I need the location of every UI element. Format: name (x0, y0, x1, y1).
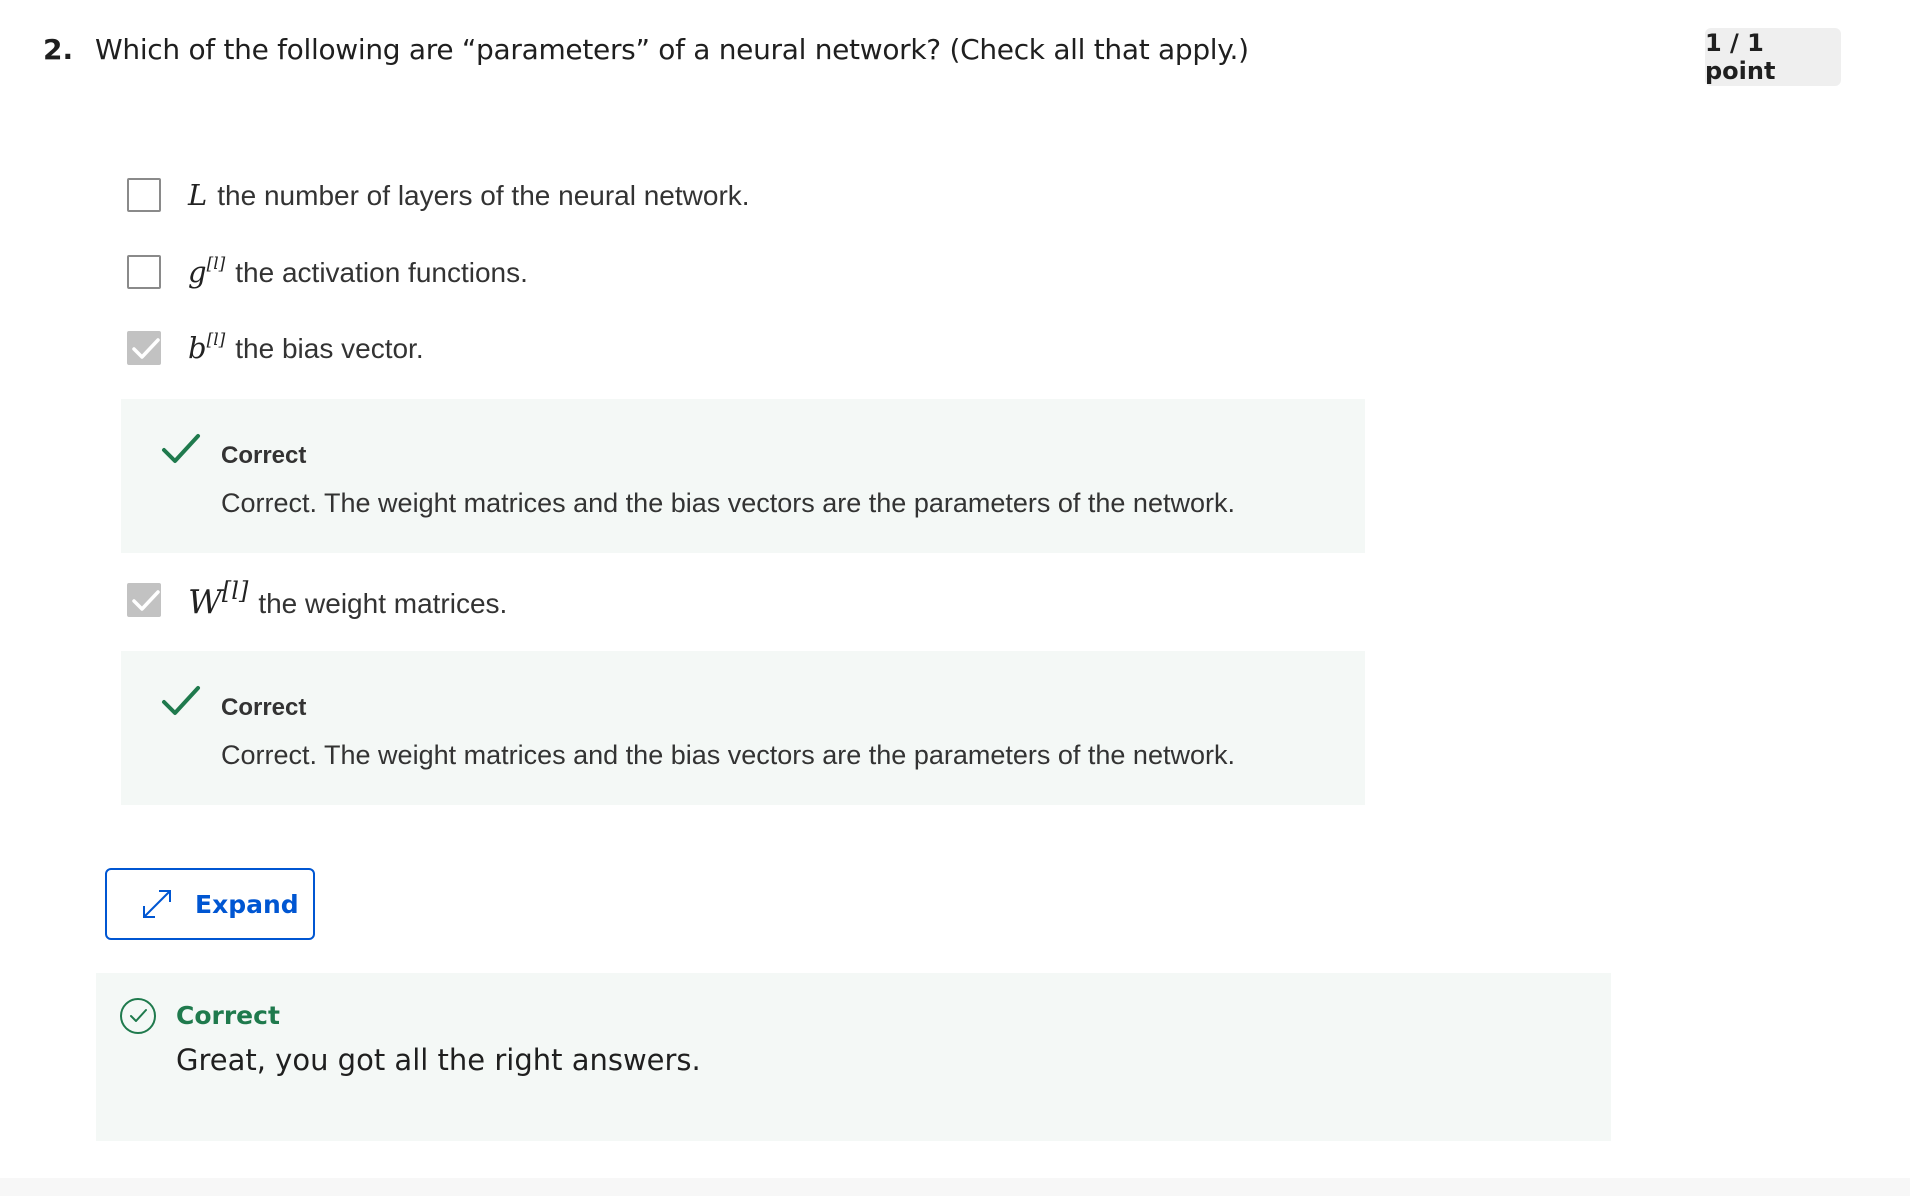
feedback-body: Correct. The weight matrices and the bia… (221, 488, 1235, 518)
math-symbol: L (188, 178, 208, 212)
option-checkbox-checked[interactable] (127, 583, 161, 617)
option-label: the number of layers of the neural netwo… (217, 180, 750, 211)
feedback-title: Correct (221, 694, 307, 721)
option-checkbox-checked[interactable] (127, 331, 161, 365)
page-bottom-divider (0, 1178, 1910, 1196)
feedback-panel: Correct Correct. The weight matrices and… (121, 399, 1365, 553)
expand-label: Expand (195, 889, 299, 919)
result-title: Correct (176, 1001, 280, 1030)
option-activation-functions[interactable]: g[l] the activation functions. (127, 252, 528, 292)
feedback-panel: Correct Correct. The weight matrices and… (121, 651, 1365, 805)
option-checkbox[interactable] (127, 255, 161, 289)
result-panel: Correct Great, you got all the right ans… (96, 973, 1611, 1141)
checkmark-icon (132, 338, 160, 359)
math-superscript: [l] (206, 330, 226, 351)
option-label: the weight matrices. (258, 588, 508, 619)
option-layers[interactable]: L the number of layers of the neural net… (127, 175, 750, 215)
math-superscript: [l] (221, 577, 249, 605)
points-badge: 1 / 1 point (1705, 28, 1841, 86)
expand-arrows-icon (143, 890, 171, 918)
question-number: 2. (43, 33, 74, 66)
option-label: the bias vector. (235, 333, 424, 364)
math-symbol: g (188, 255, 207, 289)
option-label: the activation functions. (235, 257, 528, 288)
expand-button[interactable]: Expand (105, 868, 315, 940)
feedback-body: Correct. The weight matrices and the bia… (221, 740, 1235, 770)
check-circle-icon (120, 998, 156, 1034)
option-weight-matrices[interactable]: W[l] the weight matrices. (127, 577, 508, 621)
math-symbol: W (188, 582, 222, 621)
question-text: Which of the following are “parameters” … (95, 33, 1249, 66)
checkmark-icon (132, 590, 160, 611)
math-symbol: b (188, 331, 207, 365)
check-icon (162, 686, 200, 715)
feedback-title: Correct (221, 442, 307, 469)
math-superscript: [l] (206, 254, 226, 275)
option-bias-vector[interactable]: b[l] the bias vector. (127, 328, 424, 368)
check-icon (162, 434, 200, 463)
result-message: Great, you got all the right answers. (176, 1043, 701, 1077)
option-checkbox[interactable] (127, 178, 161, 212)
